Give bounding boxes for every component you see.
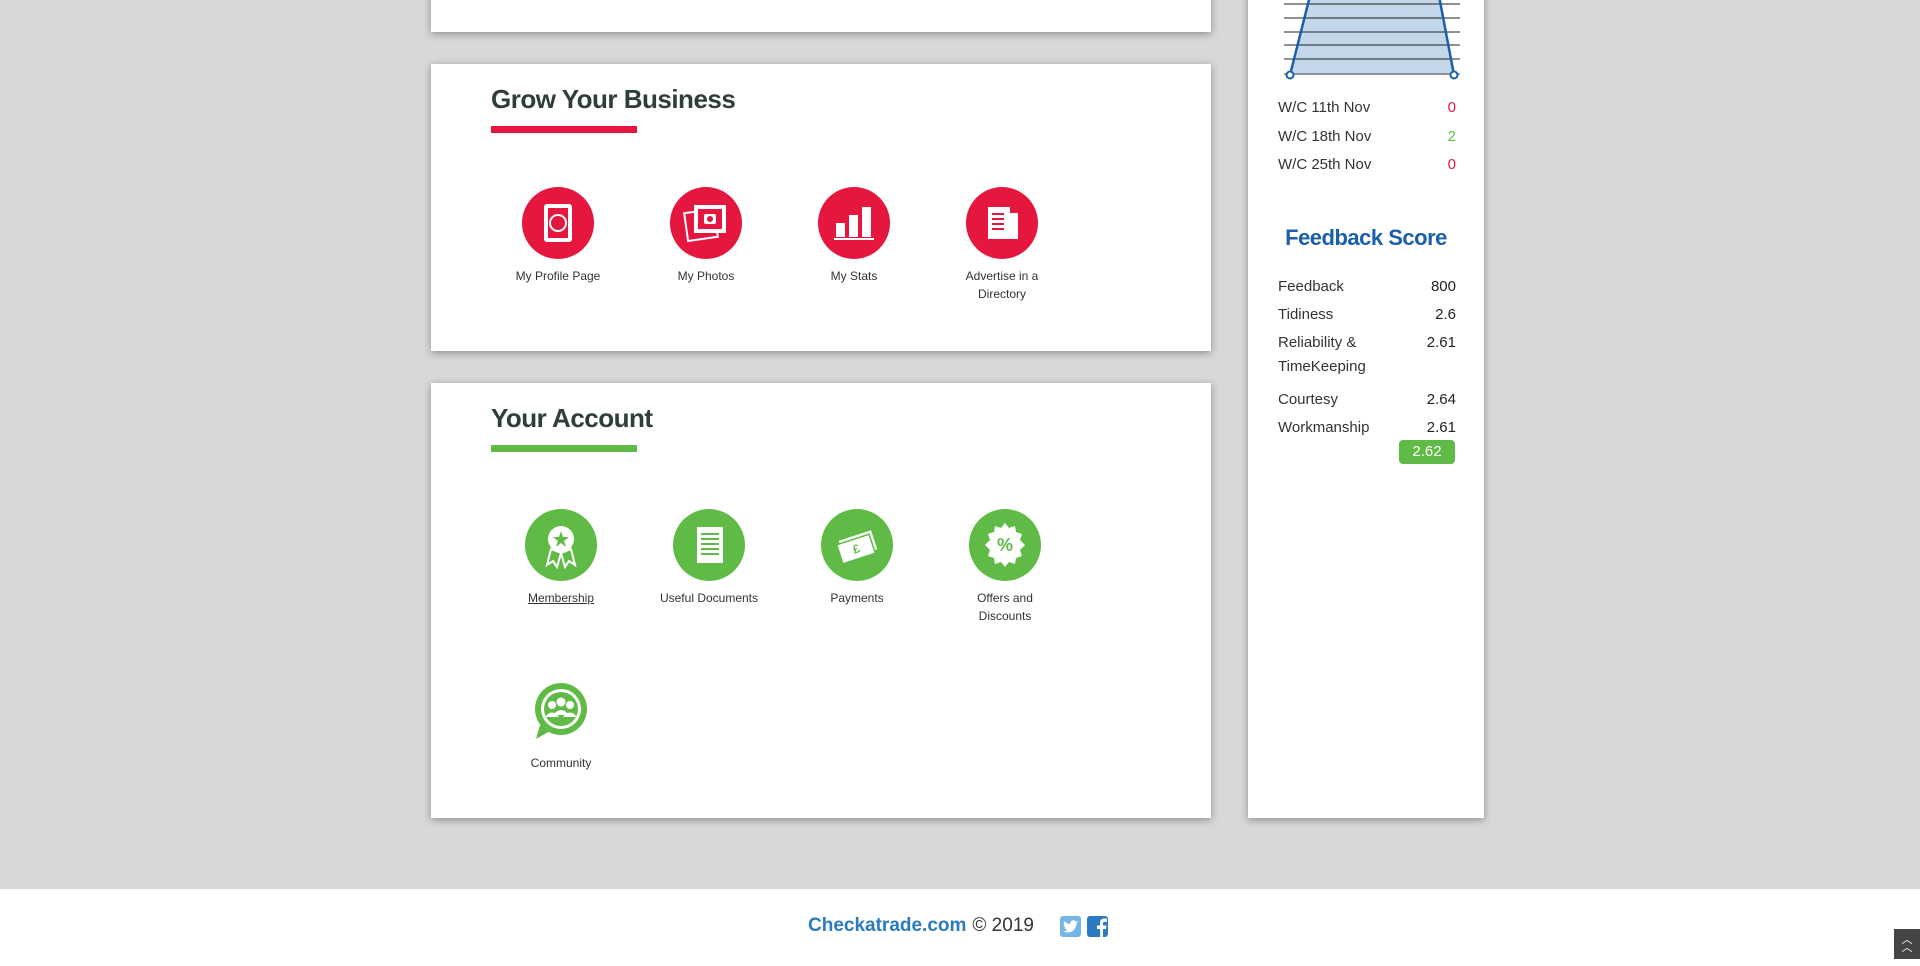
section-title: Grow Your Business — [491, 84, 736, 114]
score-label: Tidiness — [1278, 306, 1334, 323]
documents-icon — [673, 509, 745, 581]
top-panel — [431, 0, 1211, 32]
tile-label: Payments — [830, 591, 884, 605]
tile-label: My Stats — [830, 269, 878, 283]
week-row: W/C 11th Nov 0 — [1278, 99, 1456, 116]
tile-label: Offers and Discounts — [977, 591, 1033, 623]
tile-label: Membership — [527, 591, 595, 605]
tile-label: Useful Documents — [659, 591, 759, 605]
svg-text:%: % — [997, 535, 1013, 555]
week-label: W/C 11th Nov — [1278, 99, 1371, 116]
footer-content: Checkatrade.com © 2019 — [808, 915, 1108, 937]
feedback-score-title: Feedback Score — [1285, 225, 1447, 250]
membership-icon — [525, 509, 597, 581]
your-account-panel: Your Account Membership Useful Documents… — [431, 383, 1211, 818]
weekly-leads-chart — [1284, 0, 1460, 80]
photos-icon — [670, 187, 742, 259]
twitter-icon[interactable] — [1059, 915, 1081, 937]
payments-icon: £ — [821, 509, 893, 581]
stats-icon — [818, 187, 890, 259]
week-row: W/C 18th Nov 2 — [1278, 128, 1456, 145]
week-value: 0 — [1447, 156, 1456, 173]
tile-advertise-directory[interactable]: Advertise in a Directory — [947, 187, 1057, 303]
tile-payments[interactable]: £ Payments — [802, 509, 912, 607]
brand-link[interactable]: Checkatrade.com — [808, 915, 966, 937]
community-icon — [525, 676, 597, 748]
score-value: 800 — [1430, 278, 1456, 295]
score-value: 2.6 — [1435, 306, 1456, 323]
week-label: W/C 25th Nov — [1278, 156, 1372, 173]
double-chevron-up-icon: ︿ ︿ — [1901, 934, 1913, 954]
score-value: 2.64 — [1426, 391, 1456, 408]
section-title: Your Account — [491, 403, 653, 433]
score-label: Workmanship — [1278, 419, 1370, 436]
copyright-text: © 2019 — [972, 915, 1034, 936]
facebook-icon[interactable] — [1086, 915, 1108, 937]
offers-icon: % — [969, 509, 1041, 581]
directory-icon — [966, 187, 1038, 259]
section-underline — [491, 126, 637, 133]
grow-business-panel: Grow Your Business My Profile Page My Ph… — [431, 64, 1211, 351]
score-row: Tidiness 2.6 — [1278, 306, 1456, 323]
week-row: W/C 25th Nov 0 — [1278, 156, 1456, 173]
scroll-to-top-button[interactable]: ︿ ︿ — [1894, 929, 1920, 959]
score-label: Feedback — [1278, 278, 1344, 295]
tile-membership[interactable]: Membership — [506, 509, 616, 607]
tile-my-profile-page[interactable]: My Profile Page — [503, 187, 613, 285]
score-row: Courtesy 2.64 — [1278, 391, 1456, 408]
week-label: W/C 18th Nov — [1278, 128, 1372, 145]
week-value: 0 — [1447, 99, 1456, 116]
footer: Checkatrade.com © 2019 ︿ ︿ — [0, 889, 1920, 966]
week-value: 2 — [1447, 128, 1456, 145]
score-value: 2.61 — [1426, 334, 1456, 351]
score-row: Workmanship 2.61 — [1278, 419, 1456, 436]
profile-page-icon — [522, 187, 594, 259]
overall-score-badge: 2.62 — [1399, 440, 1455, 464]
tile-useful-documents[interactable]: Useful Documents — [654, 509, 764, 607]
section-underline — [491, 445, 637, 452]
tile-label: My Profile Page — [515, 269, 601, 283]
tile-label: Advertise in a Directory — [965, 269, 1039, 301]
tile-label: Community — [530, 756, 592, 770]
tile-my-photos[interactable]: My Photos — [651, 187, 761, 285]
score-row: Reliability & TimeKeeping 2.61 — [1278, 334, 1456, 379]
right-sidebar: W/C 11th Nov 0 W/C 18th Nov 2 W/C 25th N… — [1248, 0, 1484, 818]
tile-my-stats[interactable]: My Stats — [799, 187, 909, 285]
score-label: Reliability & TimeKeeping — [1278, 334, 1366, 375]
tile-label: My Photos — [677, 269, 735, 283]
score-value: 2.61 — [1426, 419, 1456, 436]
score-label: Courtesy — [1278, 391, 1339, 408]
tile-offers-discounts[interactable]: % Offers and Discounts — [950, 509, 1060, 625]
tile-community[interactable]: Community — [506, 676, 616, 772]
score-row: Feedback 800 — [1278, 278, 1456, 295]
